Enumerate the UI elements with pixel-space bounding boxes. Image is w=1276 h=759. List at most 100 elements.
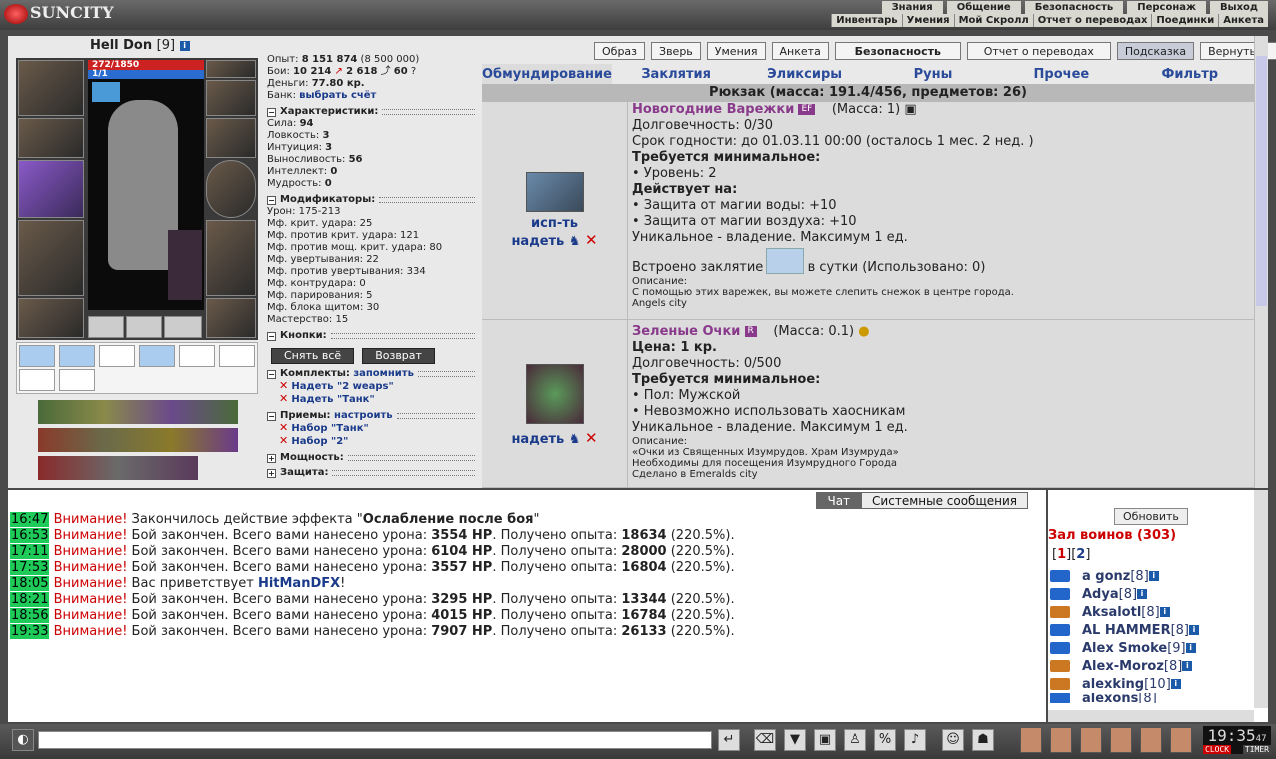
timestamp[interactable]: 17:53 [10, 560, 50, 575]
spell-slot-4[interactable] [139, 345, 175, 367]
eraser-icon[interactable]: ⌫ [754, 729, 776, 751]
spell-slot-5[interactable] [179, 345, 215, 367]
helmet-slot[interactable] [18, 60, 84, 116]
shirt-icon[interactable]: ♞ [569, 432, 581, 447]
info-icon[interactable]: i [1137, 589, 1148, 599]
item-thumbnail[interactable] [525, 172, 584, 212]
subnav-skills[interactable]: Умения [901, 14, 954, 27]
exit-icon[interactable] [1170, 727, 1192, 753]
delete-icon[interactable]: ✕ [279, 379, 288, 392]
nav-character[interactable]: Персонаж [1127, 1, 1206, 14]
subnav-my-scroll[interactable]: Мой Скролл [953, 14, 1033, 27]
tab-hint[interactable]: Подсказка [1116, 42, 1195, 60]
info-icon[interactable]: i [1148, 571, 1159, 581]
wear-link[interactable]: надеть [511, 432, 564, 447]
delete-icon[interactable]: ✕ [279, 392, 288, 405]
info-icon[interactable]: i [1189, 625, 1199, 635]
rune-row-1[interactable] [38, 400, 238, 424]
clock-label[interactable]: CLOCK [1203, 745, 1232, 754]
armor-icon[interactable] [1110, 727, 1132, 753]
earring-slot[interactable] [206, 60, 256, 78]
tab-profile[interactable]: Анкета [771, 42, 829, 60]
shirt-icon[interactable]: ♞ [569, 234, 581, 249]
powers-header[interactable]: + Мощность: [267, 452, 479, 464]
player-status-icon[interactable] [1050, 642, 1070, 654]
snowball-spell-icon[interactable] [766, 248, 804, 274]
ring-slot-2[interactable] [126, 316, 162, 338]
mask-icon[interactable] [1080, 727, 1102, 753]
tab-filter[interactable]: Фильтр [1126, 64, 1254, 86]
delete-icon[interactable]: ✕ [585, 429, 598, 447]
amulet-slot[interactable] [206, 80, 256, 116]
player-status-icon[interactable] [1050, 678, 1070, 690]
timestamp[interactable]: 17:11 [10, 544, 50, 559]
tab-security[interactable]: Безопасность [834, 42, 961, 60]
technique-set-link[interactable]: Набор "Танк" [291, 423, 368, 434]
nav-knowledge[interactable]: Знания [881, 1, 943, 14]
timestamp[interactable]: 18:21 [10, 592, 50, 607]
timestamp[interactable]: 19:33 [10, 624, 50, 639]
scroll-icon[interactable] [1050, 727, 1072, 753]
tab-chat[interactable]: Чат [816, 492, 862, 509]
boots-slot[interactable] [206, 298, 256, 338]
scroll-thumb[interactable] [1256, 56, 1267, 306]
tab-equipment[interactable]: Обмундирование [482, 64, 612, 86]
tab-skills[interactable]: Умения [706, 42, 766, 60]
helmet-icon[interactable]: ☗ [972, 729, 994, 751]
tab-image[interactable]: Образ [594, 42, 646, 60]
spell-slot-2[interactable] [59, 345, 95, 367]
delete-icon[interactable]: ✕ [279, 434, 288, 447]
nav-security[interactable]: Безопасность [1024, 1, 1124, 14]
bag-icon[interactable] [1020, 727, 1042, 753]
collapse-icon[interactable]: − [267, 331, 276, 341]
player-status-icon[interactable] [1050, 624, 1070, 636]
page-2[interactable]: 2 [1076, 547, 1085, 562]
chat-input[interactable] [38, 731, 712, 749]
subnav-duels[interactable]: Поединки [1151, 14, 1218, 27]
spell-slot-7[interactable] [19, 369, 55, 391]
armor-slot[interactable] [18, 220, 84, 296]
player-status-icon[interactable] [1050, 606, 1070, 618]
info-icon[interactable]: i [1159, 607, 1170, 617]
technique-set-link[interactable]: Набор "2" [291, 436, 348, 447]
save-icon[interactable]: ▣ [814, 729, 836, 751]
percent-icon[interactable]: % [874, 729, 896, 751]
sets-header[interactable]: − Комплекты: запомнить [267, 368, 479, 380]
player-status-icon[interactable] [1050, 660, 1070, 672]
lock-icon[interactable] [1140, 727, 1162, 753]
spell-slot-6[interactable] [219, 345, 255, 367]
subnav-transfer-report[interactable]: Отчет о переводах [1032, 14, 1152, 27]
chat-mode-icon[interactable]: ◐ [12, 729, 34, 751]
wear-link[interactable]: надеть [511, 234, 564, 249]
tab-pet[interactable]: Зверь [651, 42, 701, 60]
modifiers-header[interactable]: − Модификаторы: [267, 194, 479, 206]
timestamp[interactable]: 16:47 [10, 512, 50, 527]
spell-slot-3[interactable] [99, 345, 135, 367]
app-logo[interactable]: SUNCITY [4, 3, 154, 27]
legs-slot[interactable] [206, 220, 256, 296]
info-icon[interactable]: i [179, 40, 190, 51]
tab-transfer-report[interactable]: Отчет о переводах [966, 42, 1111, 60]
belt-slot[interactable] [18, 298, 84, 338]
filter-icon[interactable]: ▼ [784, 729, 806, 751]
player-status-icon[interactable] [1050, 588, 1070, 600]
person-icon[interactable]: ♙ [844, 729, 866, 751]
bracers-slot[interactable] [18, 118, 84, 158]
rune-row-3[interactable] [38, 456, 198, 480]
player-link[interactable]: HitManDFX [258, 576, 340, 591]
use-link[interactable]: исп-ть [482, 216, 627, 232]
player-row[interactable]: AL HAMMER [8] i [1050, 621, 1246, 639]
item-name[interactable]: Зеленые Очки [632, 324, 740, 339]
timestamp[interactable]: 18:05 [10, 576, 50, 591]
techniques-configure-link[interactable]: настроить [334, 410, 393, 422]
set-wear-link[interactable]: Надеть "Танк" [291, 394, 374, 405]
shield-slot[interactable] [206, 160, 256, 218]
characteristics-header[interactable]: − Характеристики: [267, 106, 479, 118]
sound-icon[interactable]: ♪ [904, 729, 926, 751]
send-icon[interactable]: ↵ [718, 729, 740, 751]
nav-exit[interactable]: Выход [1209, 1, 1268, 14]
pet-icon[interactable] [168, 230, 202, 300]
collapse-icon[interactable]: − [267, 195, 276, 205]
sets-remember-link[interactable]: запомнить [353, 368, 414, 380]
tab-runes[interactable]: Руны [869, 64, 997, 86]
